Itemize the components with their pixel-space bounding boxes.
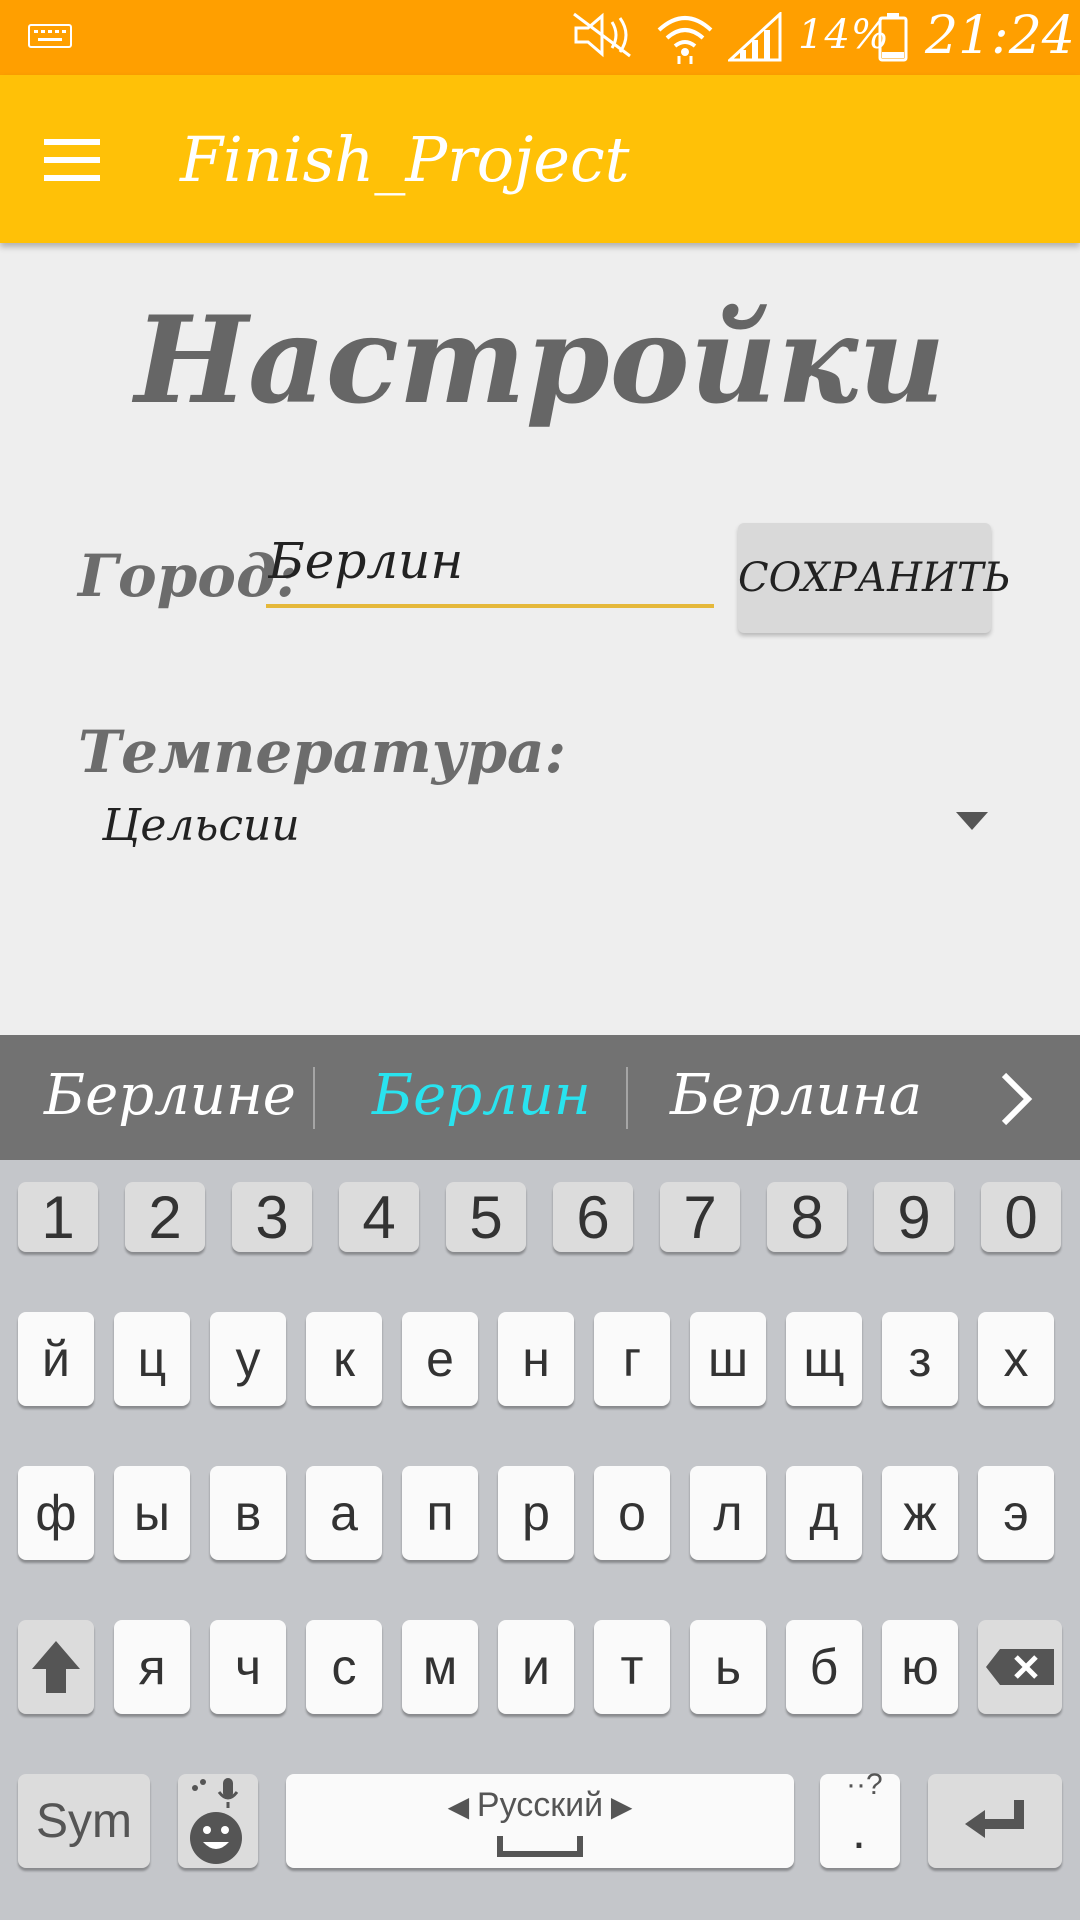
emoji-voice-icon: [190, 1778, 242, 1864]
divider: [313, 1067, 315, 1129]
emoji-key[interactable]: [178, 1774, 258, 1868]
key-letter[interactable]: к: [306, 1312, 382, 1406]
wifi-icon: [657, 16, 713, 64]
shift-arrow-icon: [32, 1641, 80, 1693]
key-letter[interactable]: ы: [114, 1466, 190, 1560]
key-letter[interactable]: л: [690, 1466, 766, 1560]
signal-icon: [728, 12, 782, 62]
key-letter[interactable]: е: [402, 1312, 478, 1406]
key-6[interactable]: 6: [553, 1182, 633, 1252]
key-letter[interactable]: в: [210, 1466, 286, 1560]
key-letter[interactable]: п: [402, 1466, 478, 1560]
hamburger-menu-icon[interactable]: [44, 131, 116, 191]
chevron-right-icon[interactable]: [998, 1071, 1034, 1127]
key-letter[interactable]: у: [210, 1312, 286, 1406]
key-9[interactable]: 9: [874, 1182, 954, 1252]
key-7[interactable]: 7: [660, 1182, 740, 1252]
enter-icon: [965, 1800, 1024, 1838]
key-letter[interactable]: й: [18, 1312, 94, 1406]
key-letter[interactable]: з: [882, 1312, 958, 1406]
period-label: .: [852, 1803, 866, 1859]
backspace-icon: [986, 1649, 1054, 1685]
space-bar-icon: [497, 1836, 583, 1857]
key-letter[interactable]: ж: [882, 1466, 958, 1560]
keyboard-icon: [28, 24, 72, 48]
key-letter[interactable]: ю: [882, 1620, 958, 1714]
key-0[interactable]: 0: [981, 1182, 1061, 1252]
battery-percent: 14%: [798, 12, 890, 58]
key-3[interactable]: 3: [232, 1182, 312, 1252]
key-letter[interactable]: н: [498, 1312, 574, 1406]
key-letter[interactable]: ь: [690, 1620, 766, 1714]
space-key[interactable]: ◀ Русский ▶: [286, 1774, 794, 1868]
language-left-arrow-icon: ◀: [447, 1791, 477, 1822]
key-letter[interactable]: а: [306, 1466, 382, 1560]
key-letter[interactable]: ф: [18, 1466, 94, 1560]
keyboard: 1 2 3 4 5 6 7 8 9 0 й ц у к е н г ш щ з …: [0, 1160, 1080, 1920]
city-input[interactable]: [266, 518, 714, 608]
language-label: Русский: [476, 1786, 604, 1824]
mute-icon: [573, 12, 631, 58]
temperature-select-value: Цельсии: [102, 800, 300, 851]
key-letter[interactable]: щ: [786, 1312, 862, 1406]
key-letter[interactable]: и: [498, 1620, 574, 1714]
save-button[interactable]: СОХРАНИТЬ: [738, 523, 1010, 633]
key-letter[interactable]: м: [402, 1620, 478, 1714]
enter-key[interactable]: [928, 1774, 1062, 1868]
suggestion-item[interactable]: Берлине: [44, 1063, 296, 1128]
backspace-key[interactable]: [978, 1620, 1062, 1714]
page-title: Настройки: [134, 290, 946, 431]
key-letter[interactable]: г: [594, 1312, 670, 1406]
key-letter[interactable]: ш: [690, 1312, 766, 1406]
key-letter[interactable]: т: [594, 1620, 670, 1714]
key-letter[interactable]: я: [114, 1620, 190, 1714]
key-letter[interactable]: д: [786, 1466, 862, 1560]
period-key-hint: ··?: [846, 1768, 883, 1801]
key-1[interactable]: 1: [18, 1182, 98, 1252]
suggestion-bar: Берлине Берлин Берлина: [0, 1035, 1080, 1160]
key-letter[interactable]: б: [786, 1620, 862, 1714]
key-8[interactable]: 8: [767, 1182, 847, 1252]
key-5[interactable]: 5: [446, 1182, 526, 1252]
suggestion-item[interactable]: Берлина: [670, 1063, 922, 1128]
key-letter[interactable]: о: [594, 1466, 670, 1560]
language-right-arrow-icon: ▶: [603, 1791, 633, 1822]
space-language-label: ◀ Русский ▶: [286, 1786, 794, 1825]
key-letter[interactable]: х: [978, 1312, 1054, 1406]
period-key[interactable]: ··? .: [820, 1768, 900, 1868]
city-label: Город:: [78, 542, 298, 610]
status-bar: 14% 21:24: [0, 0, 1080, 75]
key-letter[interactable]: э: [978, 1466, 1054, 1560]
temperature-label: Температура:: [78, 718, 567, 786]
key-2[interactable]: 2: [125, 1182, 205, 1252]
battery-icon: [878, 13, 908, 62]
key-4[interactable]: 4: [339, 1182, 419, 1252]
sym-key[interactable]: Sym: [18, 1774, 150, 1868]
temperature-select[interactable]: Цельсии: [90, 790, 1000, 870]
app-bar: Finish_Project: [0, 75, 1080, 243]
app-title: Finish_Project: [180, 123, 630, 196]
shift-key[interactable]: [18, 1620, 94, 1714]
key-letter[interactable]: ч: [210, 1620, 286, 1714]
clock: 21:24: [925, 6, 1075, 66]
key-letter[interactable]: с: [306, 1620, 382, 1714]
key-letter[interactable]: р: [498, 1466, 574, 1560]
key-letter[interactable]: ц: [114, 1312, 190, 1406]
dropdown-arrow-icon: [956, 812, 988, 830]
divider: [626, 1067, 628, 1129]
suggestion-item-selected[interactable]: Берлин: [372, 1063, 591, 1128]
